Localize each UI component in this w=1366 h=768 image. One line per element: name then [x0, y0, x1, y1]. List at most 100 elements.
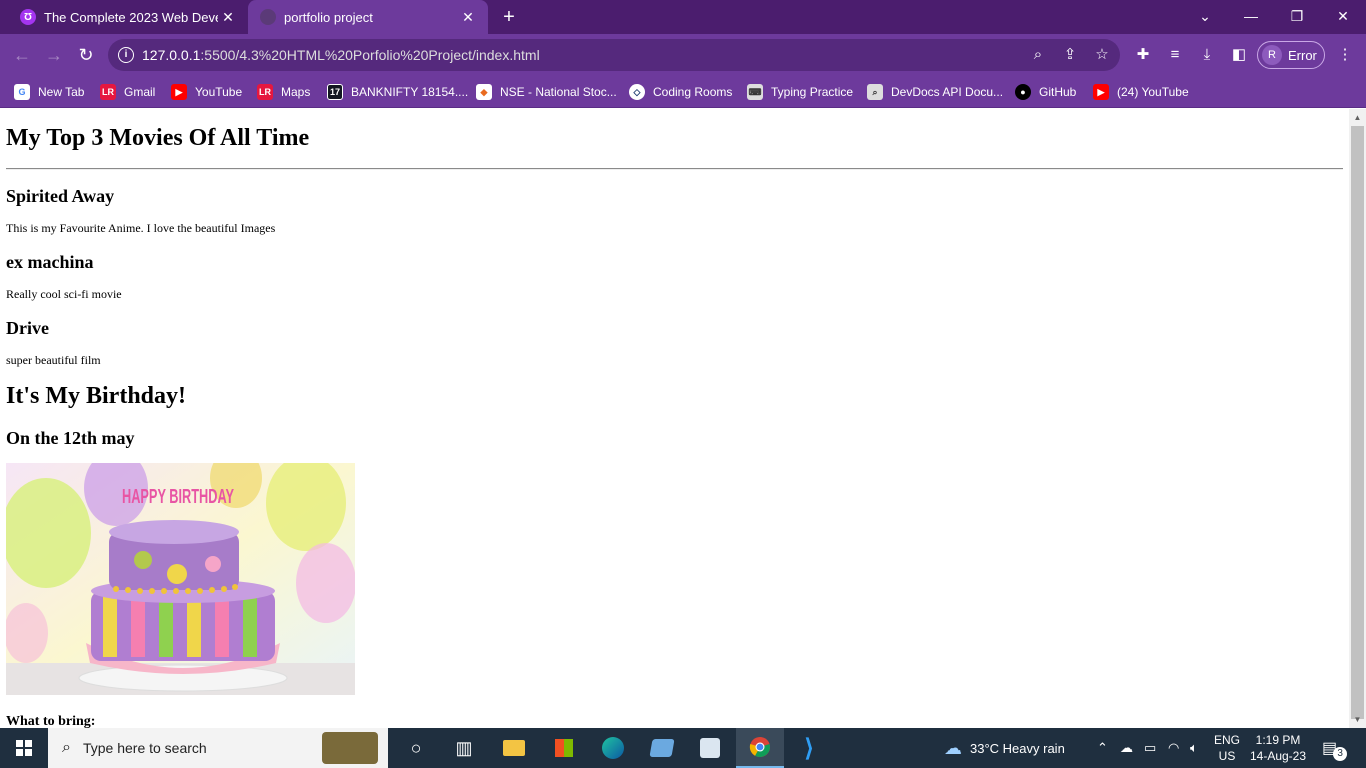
windows-taskbar: ⌕ Type here to search ○ ▥ ⟩ ☁ 33°C Heavy…: [0, 728, 1366, 768]
address-bar[interactable]: i 127.0.0.1:5500/4.3%20HTML%20Porfolio%2…: [108, 39, 1120, 71]
bookmark-github[interactable]: ● GitHub: [1015, 82, 1076, 102]
battery-icon[interactable]: ▭: [1144, 728, 1156, 768]
wifi-icon[interactable]: ◠: [1168, 728, 1179, 768]
movie-description: super beautiful film: [6, 353, 101, 367]
profile-button[interactable]: R Error: [1257, 41, 1325, 69]
bookmark-maps[interactable]: LR Maps: [257, 82, 310, 102]
site-info-icon[interactable]: i: [118, 47, 134, 63]
birthday-cake-image: HAPPY BIRTHDAY: [6, 463, 355, 695]
language-indicator[interactable]: ENG US: [1214, 728, 1240, 768]
photos-icon[interactable]: [638, 728, 686, 768]
download-icon[interactable]: ⤓: [1196, 44, 1218, 66]
lr-icon: LR: [100, 84, 116, 100]
media-player-icon[interactable]: [686, 728, 734, 768]
close-tab-icon[interactable]: ✕: [458, 9, 478, 26]
bookmark-youtube-24[interactable]: ▶ (24) YouTube: [1093, 82, 1189, 102]
page-title: My Top 3 Movies Of All Time: [6, 125, 310, 151]
show-hidden-icons-icon[interactable]: ⌃: [1097, 728, 1108, 768]
bookmark-label: New Tab: [38, 85, 85, 99]
close-window-button[interactable]: ✕: [1320, 0, 1366, 32]
taskbar-search-box[interactable]: ⌕ Type here to search: [48, 728, 388, 768]
url-text[interactable]: 127.0.0.1:5500/4.3%20HTML%20Porfolio%20P…: [142, 47, 540, 63]
tab-search-icon[interactable]: ⌄: [1182, 0, 1228, 32]
share-icon[interactable]: ⇪: [1060, 45, 1080, 65]
bookmark-typing-practice[interactable]: ⌨ Typing Practice: [747, 82, 853, 102]
rain-cloud-icon: ☁: [944, 737, 962, 758]
bookmark-label: NSE - National Stoc...: [500, 85, 617, 99]
movie-description: Really cool sci-fi movie: [6, 287, 122, 301]
tab-udemy[interactable]: Ʊ The Complete 2023 Web Develop ✕: [8, 0, 248, 34]
menu-kebab-icon[interactable]: ⋮: [1334, 44, 1356, 66]
notification-center-icon[interactable]: ▤ 3: [1322, 728, 1348, 768]
clock-date: 14-Aug-23: [1249, 749, 1307, 763]
task-view-icon[interactable]: ▥: [440, 728, 488, 768]
birthday-heading: It's My Birthday!: [6, 383, 186, 409]
chrome-icon[interactable]: [736, 728, 784, 768]
search-placeholder: Type here to search: [82, 740, 207, 756]
minimize-button[interactable]: —: [1228, 0, 1274, 32]
coding-rooms-icon: ◇: [629, 84, 645, 100]
google-icon: G: [14, 84, 30, 100]
clock[interactable]: 1:19 PM 14-Aug-23: [1250, 728, 1306, 768]
zoom-icon[interactable]: ⌕: [1028, 45, 1048, 65]
clock-time: 1:19 PM: [1255, 733, 1301, 747]
youtube-icon: ▶: [1093, 84, 1109, 100]
bookmark-nse[interactable]: ◆ NSE - National Stoc...: [476, 82, 617, 102]
forward-arrow-icon[interactable]: →: [42, 43, 66, 67]
bookmark-gmail[interactable]: LR Gmail: [100, 82, 155, 102]
browser-toolbar: ← → ↻ i 127.0.0.1:5500/4.3%20HTML%20Porf…: [0, 34, 1366, 76]
cake-illustration: HAPPY BIRTHDAY: [6, 463, 355, 695]
weather-widget[interactable]: ☁ 33°C Heavy rain: [944, 728, 1065, 768]
page-scrollbar[interactable]: ▲ ▼: [1349, 109, 1366, 728]
microsoft-store-icon[interactable]: [540, 728, 588, 768]
scroll-thumb[interactable]: [1351, 126, 1364, 719]
restore-button[interactable]: ❐: [1274, 0, 1320, 32]
reload-icon[interactable]: ↻: [74, 43, 98, 67]
keyboard-layout: US: [1218, 749, 1236, 763]
movie-title: ex machina: [6, 252, 94, 272]
bookmark-label: (24) YouTube: [1117, 85, 1189, 99]
extensions-icon[interactable]: ✚: [1132, 44, 1154, 66]
bookmark-label: BANKNIFTY 18154....: [351, 85, 469, 99]
edge-icon[interactable]: [589, 728, 637, 768]
scroll-up-arrow-icon[interactable]: ▲: [1349, 109, 1366, 126]
github-icon: ●: [1015, 84, 1031, 100]
bookmark-label: Coding Rooms: [653, 85, 733, 99]
keyboard-icon: ⌨: [747, 84, 763, 100]
bookmark-label: GitHub: [1039, 85, 1077, 99]
volume-icon[interactable]: 🔈︎: [1190, 728, 1198, 768]
back-arrow-icon[interactable]: ←: [10, 43, 34, 67]
scroll-down-arrow-icon[interactable]: ▼: [1349, 711, 1366, 728]
notification-count-badge: 3: [1333, 747, 1348, 761]
bookmark-label: Gmail: [124, 85, 156, 99]
bookmark-label: YouTube: [195, 85, 243, 99]
media-queue-icon[interactable]: ≡: [1164, 44, 1186, 66]
udemy-icon: Ʊ: [20, 9, 36, 25]
side-panel-icon[interactable]: ◧: [1228, 44, 1250, 66]
bookmark-youtube[interactable]: ▶ YouTube: [171, 82, 242, 102]
divider: [6, 168, 1343, 170]
close-tab-icon[interactable]: ✕: [218, 9, 238, 26]
devdocs-icon: ⌕: [867, 84, 883, 100]
lr-icon: LR: [257, 84, 273, 100]
tab-title: The Complete 2023 Web Develop: [44, 9, 218, 25]
onedrive-icon[interactable]: ☁: [1120, 728, 1133, 768]
windows-logo-icon: [16, 740, 32, 756]
bookmark-new-tab[interactable]: G New Tab: [14, 82, 84, 102]
web-page: My Top 3 Movies Of All Time Spirited Awa…: [0, 109, 1349, 728]
bookmark-star-icon[interactable]: ☆: [1092, 45, 1112, 65]
bookmarks-bar: G New Tab LR Gmail ▶ YouTube LR Maps 17 …: [0, 76, 1366, 108]
bookmark-banknifty[interactable]: 17 BANKNIFTY 18154....: [327, 82, 468, 102]
bookmark-devdocs[interactable]: ⌕ DevDocs API Docu...: [867, 82, 1003, 102]
windows-start-button[interactable]: [0, 728, 48, 768]
bookmark-label: Typing Practice: [771, 85, 854, 99]
cake-topper-text: HAPPY BIRTHDAY: [122, 486, 234, 508]
bookmark-coding-rooms[interactable]: ◇ Coding Rooms: [629, 82, 732, 102]
vscode-icon[interactable]: ⟩: [785, 728, 833, 768]
avatar: R: [1262, 45, 1282, 65]
tab-portfolio[interactable]: portfolio project ✕: [248, 0, 488, 34]
cortana-icon[interactable]: ○: [392, 728, 440, 768]
file-explorer-icon[interactable]: [490, 728, 538, 768]
new-tab-button[interactable]: +: [498, 6, 520, 28]
nse-icon: ◆: [476, 84, 492, 100]
